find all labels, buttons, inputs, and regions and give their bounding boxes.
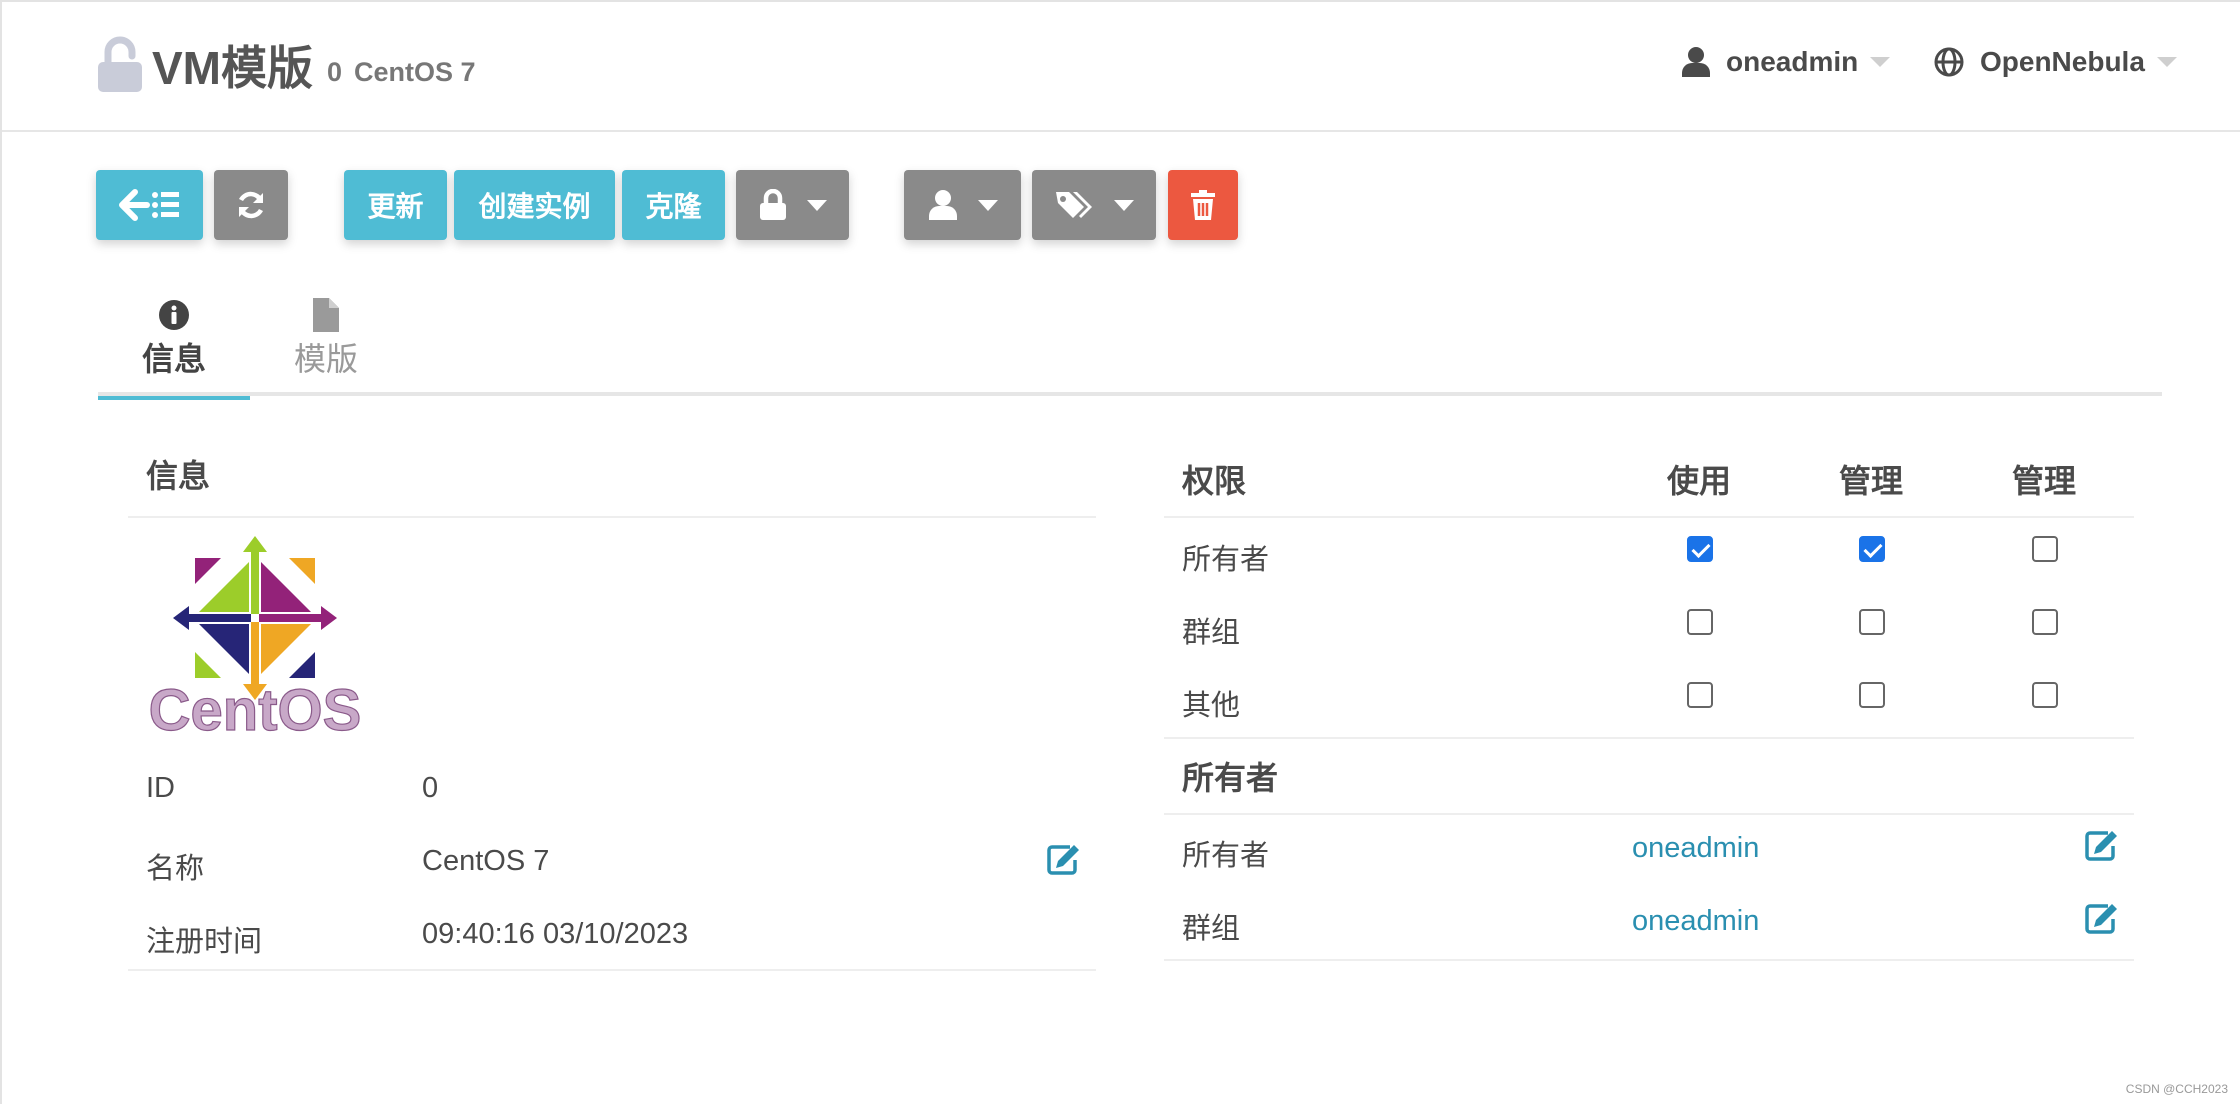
logo-row: CentOS — [128, 518, 1096, 752]
user-icon — [928, 190, 957, 220]
ownership-label: 所有者 — [1182, 840, 1270, 872]
ownership-title: 所有者 — [1164, 737, 2134, 815]
group-use-checkbox[interactable] — [1687, 609, 1713, 635]
labels-dropdown-button[interactable] — [1032, 170, 1156, 240]
back-to-list-button[interactable] — [96, 170, 203, 240]
app-frame: VM模版 0 CentOS 7 oneadmin OpenNebula 更新 创… — [0, 0, 2240, 1104]
file-icon — [313, 298, 339, 332]
template-name: CentOS 7 — [354, 56, 476, 87]
chevron-down-icon — [977, 199, 998, 211]
permission-row-label: 其他 — [1182, 690, 1241, 722]
permission-row-owner: 所有者 — [1164, 518, 2134, 591]
info-label: 注册时间 — [146, 926, 263, 958]
watermark: CSDN @CCH2023 — [2125, 1082, 2228, 1096]
lock-icon — [759, 189, 786, 220]
ownership-row-group: 群组 oneadmin — [1164, 888, 2134, 961]
user-menu-label: oneadmin — [1726, 46, 1859, 77]
centos-logo: CentOS — [148, 536, 362, 740]
other-use-checkbox[interactable] — [1687, 682, 1713, 708]
tags-icon — [1056, 192, 1092, 218]
column-header-manage: 管理 — [1838, 463, 1903, 499]
title-area: VM模版 0 CentOS 7 — [96, 32, 476, 98]
edit-icon[interactable] — [2084, 902, 2118, 934]
globe-icon — [1934, 47, 1964, 77]
edit-icon[interactable] — [2084, 829, 2118, 861]
refresh-icon — [238, 191, 264, 219]
info-row-id: ID 0 — [128, 752, 1096, 825]
template-id: 0 — [327, 56, 343, 87]
trash-icon — [1191, 190, 1215, 220]
ownership-dropdown-button[interactable] — [904, 170, 1021, 240]
back-to-list-icon — [118, 189, 179, 221]
tab-label: 信息 — [141, 341, 206, 377]
info-value: 09:40:16 03/10/2023 — [422, 918, 689, 950]
zone-menu[interactable]: OpenNebula — [1934, 46, 2177, 78]
group-admin-checkbox[interactable] — [2032, 609, 2058, 635]
page-subtitle: 0 CentOS 7 — [327, 57, 476, 88]
clone-button[interactable]: 克隆 — [622, 170, 725, 240]
tab-label: 模版 — [293, 341, 358, 377]
info-panel: 信息 CentOS ID 0 名称 CentOS 7 注册时间 09:40:16… — [128, 442, 1096, 971]
other-admin-checkbox[interactable] — [2032, 682, 2058, 708]
group-manage-checkbox[interactable] — [1859, 609, 1885, 635]
update-button[interactable]: 更新 — [344, 170, 447, 240]
toolbar: 更新 创建实例 克隆 — [2, 170, 2240, 240]
create-instance-button[interactable]: 创建实例 — [454, 170, 615, 240]
chevron-down-icon — [806, 199, 827, 211]
info-value: 0 — [422, 772, 439, 804]
column-header-admin: 管理 — [2011, 463, 2076, 499]
page-header: VM模版 0 CentOS 7 oneadmin OpenNebula — [2, 2, 2240, 132]
column-header-use: 使用 — [1666, 463, 1731, 499]
info-value: CentOS 7 — [422, 845, 550, 877]
permissions-header: 权限 使用 管理 管理 — [1164, 442, 2134, 518]
chevron-down-icon — [2156, 57, 2177, 67]
tab-info[interactable]: 信息 — [98, 292, 250, 400]
ownership-row-owner: 所有者 oneadmin — [1164, 815, 2134, 888]
permission-row-label: 所有者 — [1182, 544, 1270, 576]
info-section-title: 信息 — [128, 442, 1096, 518]
info-row-name: 名称 CentOS 7 — [128, 825, 1096, 898]
zone-menu-label: OpenNebula — [1980, 46, 2145, 77]
chevron-down-icon — [1870, 57, 1891, 67]
owner-use-checkbox[interactable] — [1687, 536, 1713, 562]
tab-bar: 信息 模版 — [98, 292, 2162, 400]
info-label: ID — [146, 772, 175, 804]
lock-dropdown-button[interactable] — [736, 170, 849, 240]
delete-button[interactable] — [1168, 170, 1238, 240]
permission-row-label: 群组 — [1182, 617, 1241, 649]
owner-admin-checkbox[interactable] — [2032, 536, 2058, 562]
refresh-button[interactable] — [214, 170, 288, 240]
other-manage-checkbox[interactable] — [1859, 682, 1885, 708]
chevron-down-icon — [1114, 199, 1134, 211]
permission-row-other: 其他 — [1164, 664, 2134, 737]
owner-manage-checkbox[interactable] — [1859, 536, 1885, 562]
user-icon — [1682, 47, 1710, 77]
owner-link[interactable]: oneadmin — [1632, 832, 1759, 865]
ownership-label: 群组 — [1182, 913, 1241, 945]
tab-template[interactable]: 模版 — [250, 292, 402, 396]
permission-row-group: 群组 — [1164, 591, 2134, 664]
info-label: 名称 — [146, 853, 205, 885]
permissions-title: 权限 — [1182, 463, 1247, 499]
info-circle-icon — [159, 300, 189, 330]
centos-logo-text: CentOS — [149, 678, 362, 740]
group-link[interactable]: oneadmin — [1632, 905, 1759, 938]
edit-icon[interactable] — [1046, 843, 1080, 875]
permissions-panel: 权限 使用 管理 管理 所有者 群组 其他 所有者 所有者 oneadmin 群… — [1164, 442, 2134, 961]
page-title: VM模版 — [152, 42, 313, 94]
unlock-icon[interactable] — [96, 36, 146, 94]
info-row-registered: 注册时间 09:40:16 03/10/2023 — [128, 898, 1096, 971]
user-menu[interactable]: oneadmin — [1682, 46, 1891, 78]
